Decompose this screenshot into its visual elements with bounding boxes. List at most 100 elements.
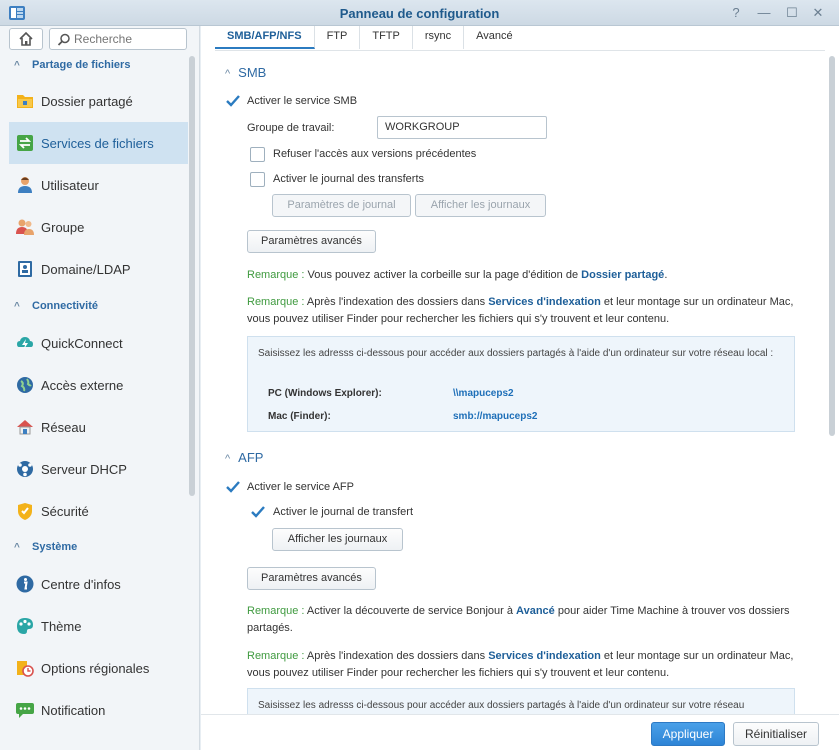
remark-prefix: Remarque : [247, 650, 305, 662]
notification-icon [16, 703, 34, 718]
afp-access-info-box: Saisissez les adresss ci-dessous pour ac… [247, 688, 795, 714]
afp-view-logs-button[interactable]: Afficher les journaux [272, 528, 403, 551]
content-scrollbar[interactable] [829, 56, 835, 436]
log-settings-button[interactable]: Paramètres de journal [272, 194, 411, 217]
network-icon [17, 420, 33, 435]
smb-remark-recycle-bin: Remarque : Vous pouvez activer la corbei… [247, 267, 817, 284]
sidebar-item-info-center[interactable]: Centre d'infos [9, 563, 188, 605]
sidebar-item-label: Réseau [41, 420, 86, 435]
remark-text: Après l'indexation des dossiers dans [304, 296, 489, 308]
chevron-up-icon: ^ [225, 453, 231, 465]
shared-folder-icon [17, 95, 33, 108]
afp-enable-checkbox[interactable] [225, 479, 240, 494]
sidebar-item-label: Accès externe [41, 378, 124, 393]
afp-remark-bonjour: Remarque : Activer la découverte de serv… [247, 603, 817, 637]
sidebar-item-file-services[interactable]: Services de fichiers [9, 122, 188, 164]
sidebar-item-label: Options régionales [41, 661, 150, 676]
sidebar-item-regional-options[interactable]: Options régionales [9, 647, 188, 689]
smb-access-info-box: Saisissez les adresss ci-dessous pour ac… [247, 336, 795, 432]
quickconnect-icon [17, 337, 33, 349]
sidebar-item-label: Groupe [41, 220, 85, 235]
sidebar-item-label: Serveur DHCP [41, 462, 127, 477]
minimize-icon[interactable]: — [755, 4, 773, 22]
sidebar-item-security[interactable]: Sécurité [9, 490, 188, 532]
afp-transfer-log-checkbox[interactable] [250, 504, 265, 519]
home-button[interactable] [9, 28, 43, 50]
sidebar-item-label: QuickConnect [41, 336, 123, 351]
main-panel: SMB/AFP/NFS FTP TFTP rsync Avancé ^ SMB A… [201, 26, 839, 750]
tab-rsync[interactable]: rsync [413, 26, 465, 49]
sidebar-item-shared-folder[interactable]: Dossier partagé [9, 80, 188, 122]
sidebar-item-quickconnect[interactable]: QuickConnect [9, 322, 188, 364]
tab-advanced[interactable]: Avancé [464, 26, 525, 49]
workgroup-label: Groupe de travail: [247, 122, 335, 134]
sidebar-item-network[interactable]: Réseau [9, 406, 188, 448]
section-smb[interactable]: ^ SMB [225, 65, 266, 80]
sidebar-item-domain-ldap[interactable]: Domaine/LDAP [9, 248, 188, 290]
section-connectivity[interactable]: ^ Connectivité [0, 295, 188, 317]
window-titlebar: Panneau de configuration ? — ☐ ✕ [0, 0, 839, 26]
sidebar-item-dhcp-server[interactable]: Serveur DHCP [9, 448, 188, 490]
sidebar-item-label: Centre d'infos [41, 577, 121, 592]
search-box[interactable] [49, 28, 187, 50]
section-system[interactable]: ^ Système [0, 536, 188, 558]
mac-address-label: Mac (Finder): [268, 411, 331, 422]
remark-prefix: Remarque : [247, 269, 305, 281]
reset-button[interactable]: Réinitialiser [733, 722, 819, 746]
theme-icon [17, 618, 33, 634]
tab-smb-afp-nfs[interactable]: SMB/AFP/NFS [215, 26, 315, 49]
regional-options-icon [17, 661, 34, 677]
checkmark-icon [251, 506, 265, 518]
remark-prefix: Remarque : [247, 296, 305, 308]
shared-folder-link[interactable]: Dossier partagé [581, 269, 664, 281]
indexing-service-link[interactable]: Services d'indexation [488, 650, 601, 662]
tab-ftp[interactable]: FTP [315, 26, 361, 49]
smb-transfer-log-label: Activer le journal des transferts [273, 173, 425, 185]
pc-address-label: PC (Windows Explorer): [268, 388, 382, 399]
footer-bar: Appliquer Réinitialiser [201, 714, 839, 750]
section-label: Système [32, 541, 78, 553]
workgroup-input[interactable]: WORKGROUP [377, 116, 547, 139]
deny-previous-versions-checkbox[interactable] [250, 147, 265, 162]
tab-bar: SMB/AFP/NFS FTP TFTP rsync Avancé [215, 26, 525, 51]
info-text: Saisissez les adresss ci-dessous pour ac… [258, 700, 745, 711]
sidebar-item-theme[interactable]: Thème [9, 605, 188, 647]
sidebar-item-label: Utilisateur [41, 178, 99, 193]
advanced-link[interactable]: Avancé [516, 605, 555, 617]
sidebar-item-external-access[interactable]: Accès externe [9, 364, 188, 406]
search-input[interactable] [74, 31, 182, 47]
settings-content: ^ SMB Activer le service SMB Groupe de tr… [201, 53, 827, 714]
section-afp[interactable]: ^ AFP [225, 450, 263, 465]
checkmark-icon [226, 481, 240, 493]
sidebar-scrollbar[interactable] [189, 56, 195, 496]
smb-view-logs-button[interactable]: Afficher les journaux [415, 194, 546, 217]
tab-tftp[interactable]: TFTP [360, 26, 413, 49]
chevron-up-icon: ^ [225, 68, 231, 80]
smb-transfer-log-checkbox[interactable] [250, 172, 265, 187]
sidebar-item-group[interactable]: Groupe [9, 206, 188, 248]
smb-enable-checkbox[interactable] [225, 93, 240, 108]
sidebar-item-label: Dossier partagé [41, 94, 133, 109]
security-icon [18, 503, 32, 520]
window-title: Panneau de configuration [339, 6, 500, 21]
sidebar-item-notification[interactable]: Notification [9, 689, 188, 731]
sidebar-item-label: Services de fichiers [41, 136, 154, 151]
smb-enable-label: Activer le service SMB [247, 95, 358, 107]
remark-text: Après l'indexation des dossiers dans [304, 650, 489, 662]
close-icon[interactable]: ✕ [809, 4, 827, 22]
chevron-up-icon: ^ [14, 301, 20, 312]
apply-button[interactable]: Appliquer [651, 722, 725, 746]
pc-address-value: \\mapuceps2 [453, 388, 514, 399]
section-file-sharing[interactable]: ^ Partage de fichiers [0, 54, 188, 76]
help-icon[interactable]: ? [727, 4, 745, 22]
mac-address-value: smb://mapuceps2 [453, 411, 538, 422]
sidebar-item-user[interactable]: Utilisateur [9, 164, 188, 206]
smb-advanced-settings-button[interactable]: Paramètres avancés [247, 230, 376, 253]
deny-previous-versions-label: Refuser l'accès aux versions précédentes [273, 148, 477, 160]
indexing-service-link[interactable]: Services d'indexation [488, 296, 601, 308]
section-label: Connectivité [32, 300, 99, 312]
maximize-icon[interactable]: ☐ [783, 4, 801, 22]
chevron-up-icon: ^ [14, 542, 20, 553]
afp-advanced-settings-button[interactable]: Paramètres avancés [247, 567, 376, 590]
remark-prefix: Remarque : [247, 605, 305, 617]
